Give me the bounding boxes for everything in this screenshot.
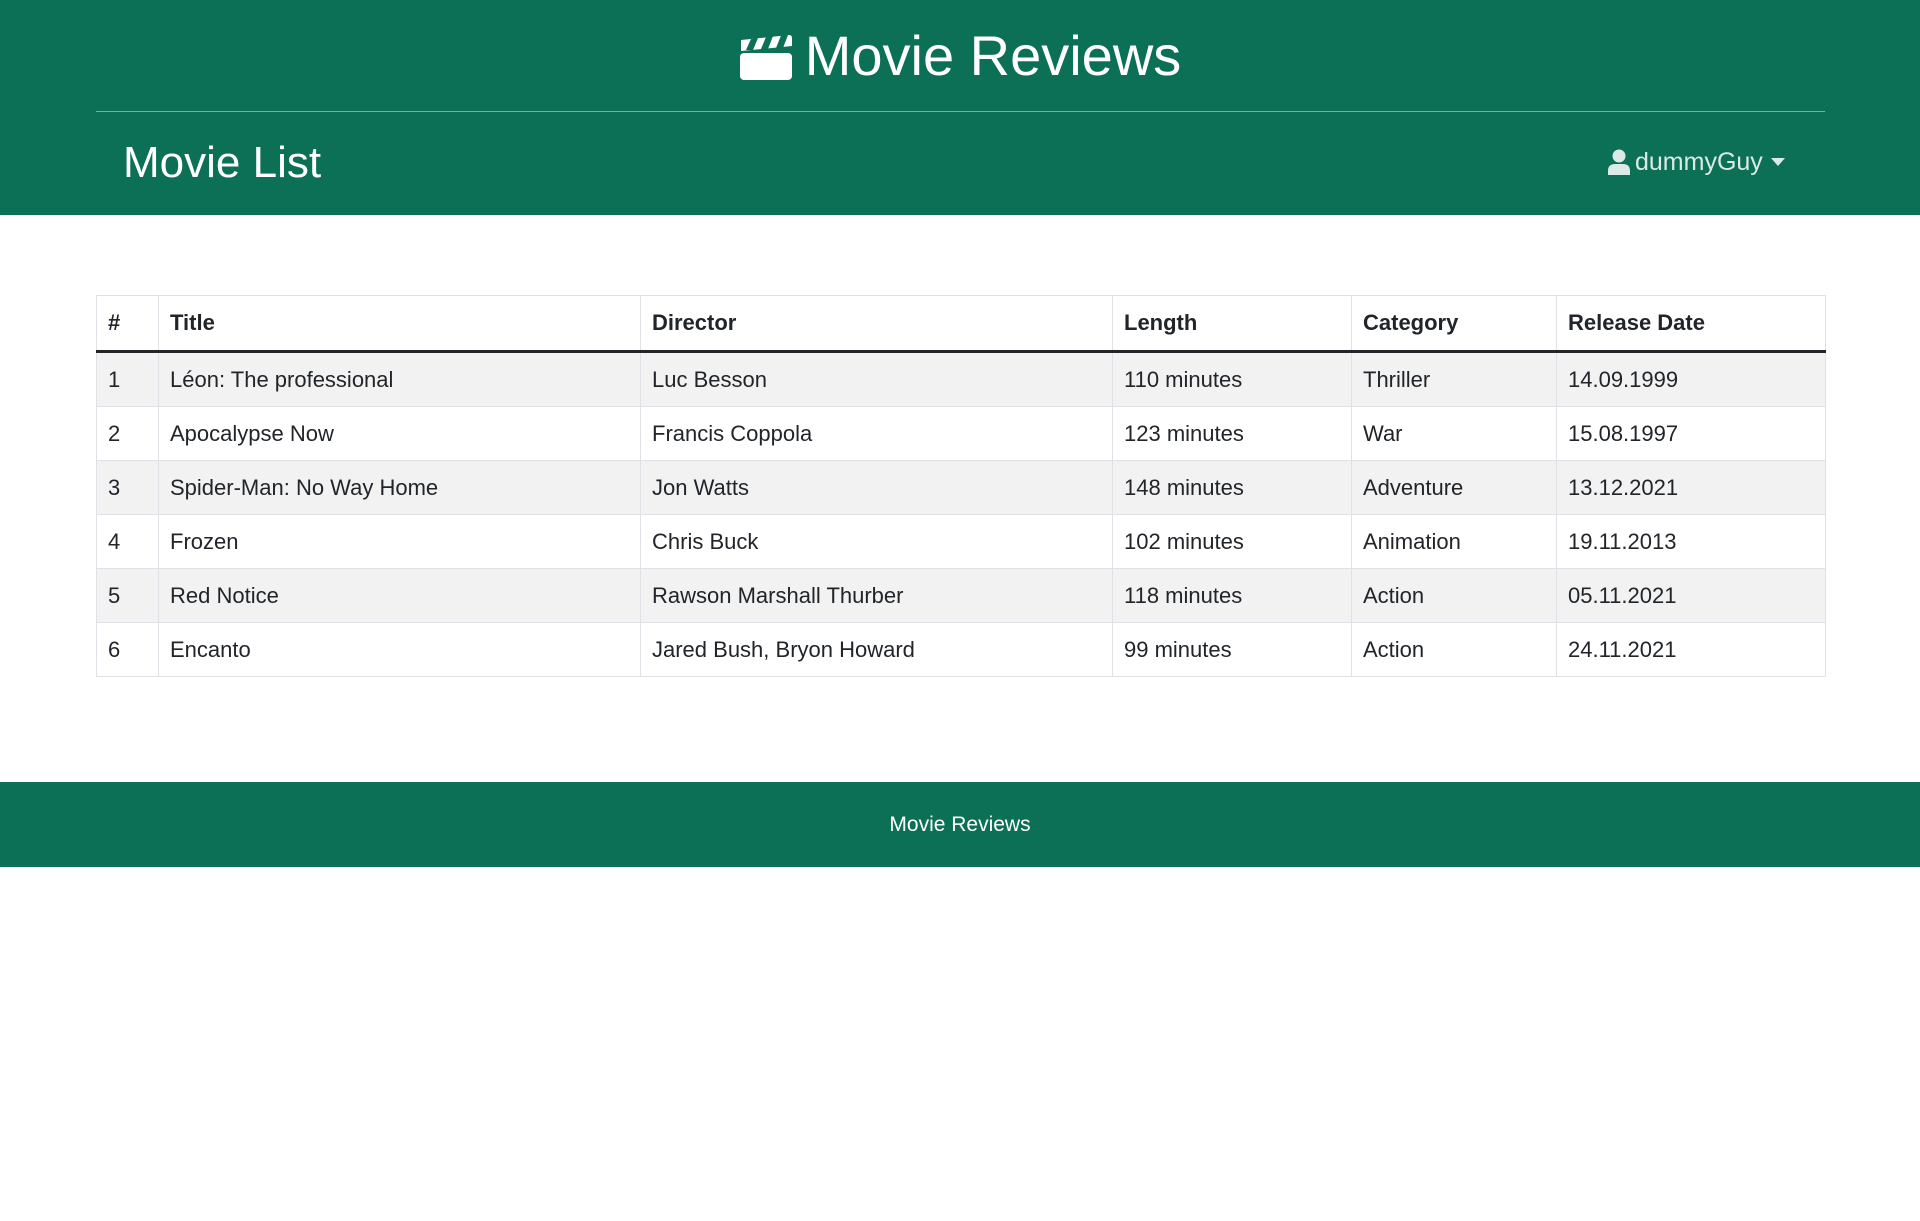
table-row: 1 Léon: The professional Luc Besson 110 …	[96, 351, 1826, 407]
cell-release-date: 13.12.2021	[1556, 460, 1826, 515]
movies-table: # Title Director Length Category Release…	[96, 295, 1826, 677]
cell-title: Apocalypse Now	[158, 406, 641, 461]
cell-director: Chris Buck	[640, 514, 1113, 569]
user-menu-dropdown[interactable]: dummyGuy	[1608, 144, 1785, 180]
cell-release-date: 05.11.2021	[1556, 568, 1826, 623]
page-title: Movie List	[123, 138, 322, 187]
cell-length: 148 minutes	[1112, 460, 1352, 515]
site-header: Movie Reviews Movie List dummyGuy	[0, 0, 1920, 215]
movie-list-section: # Title Director Length Category Release…	[96, 295, 1826, 677]
cell-category: Animation	[1351, 514, 1557, 569]
cell-release-date: 19.11.2013	[1556, 514, 1826, 569]
table-row: 6 Encanto Jared Bush, Bryon Howard 99 mi…	[96, 622, 1826, 677]
user-icon	[1608, 149, 1630, 175]
cell-number: 6	[96, 622, 159, 677]
cell-category: Adventure	[1351, 460, 1557, 515]
cell-director: Jon Watts	[640, 460, 1113, 515]
cell-number: 4	[96, 514, 159, 569]
cell-title: Léon: The professional	[158, 351, 641, 407]
brand: Movie Reviews	[0, 0, 1920, 112]
site-footer: Movie Reviews	[0, 782, 1920, 867]
table-row: 5 Red Notice Rawson Marshall Thurber 118…	[96, 568, 1826, 623]
footer-text: Movie Reviews	[889, 812, 1031, 836]
cell-director: Jared Bush, Bryon Howard	[640, 622, 1113, 677]
username-label: dummyGuy	[1635, 147, 1763, 176]
column-header-category: Category	[1351, 295, 1557, 353]
column-header-number: #	[96, 295, 159, 353]
cell-length: 123 minutes	[1112, 406, 1352, 461]
table-row: 2 Apocalypse Now Francis Coppola 123 min…	[96, 406, 1826, 461]
cell-director: Luc Besson	[640, 351, 1113, 407]
column-header-director: Director	[640, 295, 1113, 353]
table-row: 4 Frozen Chris Buck 102 minutes Animatio…	[96, 514, 1826, 569]
column-header-release-date: Release Date	[1556, 295, 1826, 353]
cell-number: 2	[96, 406, 159, 461]
cell-title: Frozen	[158, 514, 641, 569]
cell-title: Encanto	[158, 622, 641, 677]
column-header-length: Length	[1112, 295, 1352, 353]
cell-number: 5	[96, 568, 159, 623]
cell-number: 3	[96, 460, 159, 515]
cell-release-date: 24.11.2021	[1556, 622, 1826, 677]
cell-category: War	[1351, 406, 1557, 461]
table-header-row: # Title Director Length Category Release…	[96, 295, 1826, 353]
cell-category: Thriller	[1351, 351, 1557, 407]
cell-release-date: 15.08.1997	[1556, 406, 1826, 461]
cell-category: Action	[1351, 622, 1557, 677]
cell-number: 1	[96, 351, 159, 407]
cell-length: 118 minutes	[1112, 568, 1352, 623]
cell-length: 110 minutes	[1112, 351, 1352, 407]
caret-down-icon	[1770, 158, 1785, 166]
table-row: 3 Spider-Man: No Way Home Jon Watts 148 …	[96, 460, 1826, 515]
clapperboard-icon	[739, 34, 792, 80]
cell-length: 102 minutes	[1112, 514, 1352, 569]
site-title: Movie Reviews	[804, 24, 1182, 87]
cell-category: Action	[1351, 568, 1557, 623]
cell-release-date: 14.09.1999	[1556, 351, 1826, 407]
column-header-title: Title	[158, 295, 641, 353]
cell-length: 99 minutes	[1112, 622, 1352, 677]
cell-director: Francis Coppola	[640, 406, 1113, 461]
cell-director: Rawson Marshall Thurber	[640, 568, 1113, 623]
header-divider	[96, 111, 1825, 112]
cell-title: Red Notice	[158, 568, 641, 623]
cell-title: Spider-Man: No Way Home	[158, 460, 641, 515]
